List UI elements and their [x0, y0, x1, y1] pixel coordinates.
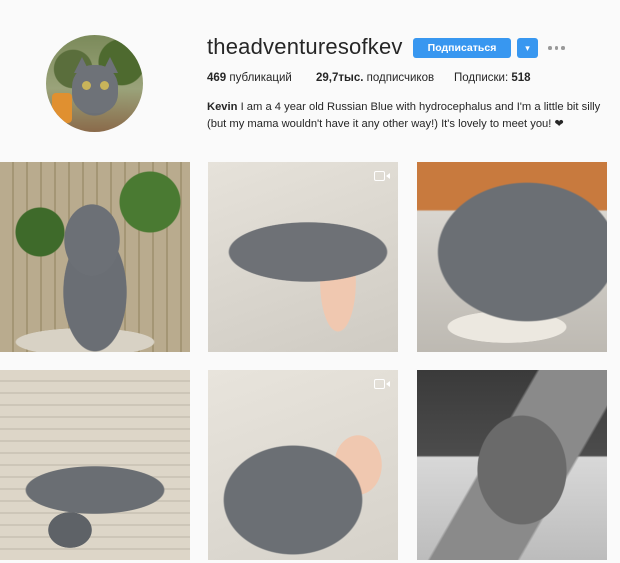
profile-header: theadventuresofkev Подписаться ▾ 469 пуб… — [0, 0, 620, 160]
post-thumbnail[interactable] — [0, 370, 190, 560]
video-camera-icon — [374, 378, 390, 390]
video-camera-icon — [374, 170, 390, 182]
post-thumbnail[interactable] — [417, 162, 607, 352]
posts-count: 469 публикаций — [207, 72, 292, 84]
bio-text: I am a 4 year old Russian Blue with hydr… — [207, 101, 601, 130]
follow-button[interactable]: Подписаться — [413, 38, 511, 58]
avatar-cat-face — [72, 65, 118, 113]
avatar-background-bottle — [52, 93, 72, 123]
chevron-down-icon: ▾ — [525, 42, 530, 53]
profile-username: theadventuresofkev — [207, 34, 403, 59]
suggestions-dropdown-button[interactable]: ▾ — [517, 38, 538, 58]
posts-grid — [0, 162, 620, 563]
more-horizontal-icon[interactable] — [548, 44, 568, 52]
post-thumbnail[interactable] — [417, 370, 607, 560]
followers-count[interactable]: 29,7тыс. подписчиков — [316, 72, 434, 84]
following-count[interactable]: Подписки: 518 — [454, 72, 531, 84]
post-thumbnail[interactable] — [0, 162, 190, 352]
avatar-cat-eye — [82, 81, 91, 90]
bio-name: Kevin — [207, 101, 238, 113]
post-thumbnail[interactable] — [208, 370, 398, 560]
profile-avatar[interactable] — [46, 35, 143, 132]
post-thumbnail[interactable] — [208, 162, 398, 352]
avatar-cat-eye — [100, 81, 109, 90]
profile-bio: Kevin I am a 4 year old Russian Blue wit… — [207, 99, 607, 133]
